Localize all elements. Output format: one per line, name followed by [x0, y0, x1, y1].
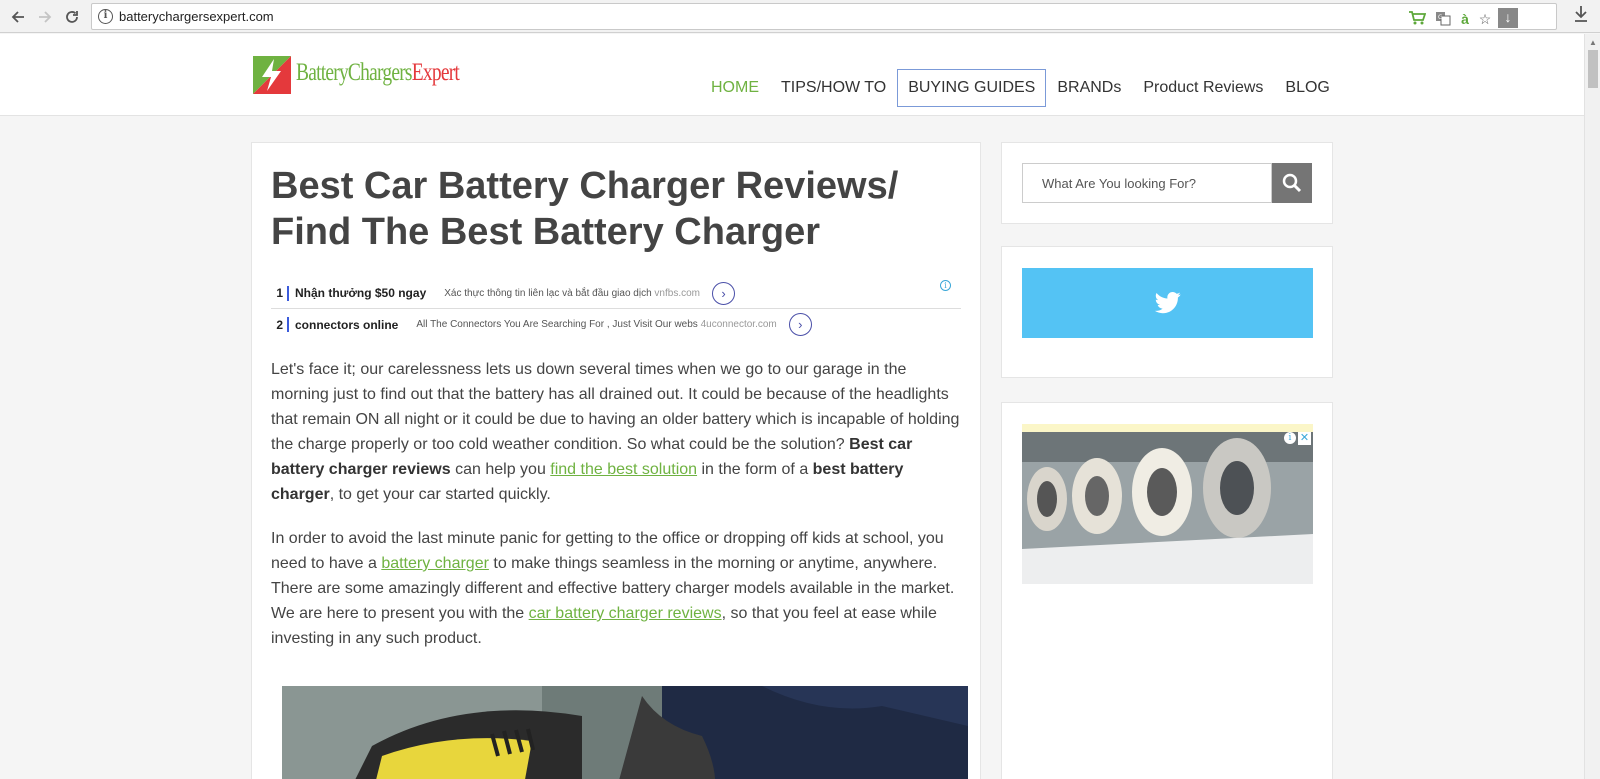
ad-link-marker [287, 285, 289, 301]
svg-text:G: G [1438, 14, 1443, 21]
nav-product-reviews[interactable]: Product Reviews [1132, 69, 1274, 107]
browser-toolbar: i batterychargersexpert.com G à ☆ ↓ [0, 0, 1600, 33]
download-extension-icon[interactable]: ↓ [1498, 8, 1518, 28]
search-widget [1001, 142, 1333, 224]
article-paragraph: In order to avoid the last minute panic … [271, 526, 961, 651]
ad-desc-text: All The Connectors You Are Searching For… [416, 319, 698, 330]
downloads-icon[interactable] [1572, 5, 1590, 25]
close-ad-icon[interactable]: ✕ [1298, 432, 1311, 445]
ad-host: vnfbs.com [654, 287, 700, 299]
article-card: Best Car Battery Charger Reviews/ Find T… [251, 142, 981, 779]
twitter-icon [1154, 292, 1181, 314]
nav-home[interactable]: HOME [700, 69, 770, 107]
ad-link-marker [287, 317, 289, 332]
arrow-left-icon [11, 11, 24, 23]
search-icon [1282, 173, 1302, 193]
link-find-best-solution[interactable]: find the best solution [550, 461, 697, 478]
nav-blog[interactable]: BLOG [1274, 69, 1340, 107]
adchoices-icon[interactable]: i [1284, 432, 1296, 444]
nav-brands[interactable]: BRANDs [1046, 69, 1132, 107]
logo-text-red: Expert [411, 59, 460, 86]
ad-link-row[interactable]: 1 Nhận thưởng $50 ngay Xác thực thông ti… [271, 278, 961, 309]
star-icon[interactable]: ☆ [1476, 10, 1494, 28]
ad-widget: i ✕ [1001, 402, 1333, 779]
ad-desc-text: Xác thực thông tin liên lạc và bắt đầu g… [444, 287, 652, 299]
chevron-right-icon[interactable]: › [712, 281, 735, 305]
ad-link-title[interactable]: connectors online [295, 318, 398, 332]
reload-button[interactable] [60, 5, 84, 29]
ad-banner-image[interactable]: i ✕ [1022, 424, 1313, 584]
main-nav: HOME TIPS/HOW TO BUYING GUIDES BRANDs Pr… [700, 69, 1341, 107]
link-battery-charger[interactable]: battery charger [381, 555, 489, 572]
reload-icon [66, 11, 78, 23]
article-paragraph: Let's face it; our carelessness lets us … [271, 357, 961, 507]
chevron-right-icon[interactable]: › [788, 313, 812, 336]
paragraph-text: can help you [450, 461, 551, 478]
link-car-battery-charger-reviews[interactable]: car battery charger reviews [529, 605, 722, 622]
search-button[interactable] [1272, 163, 1312, 203]
cart-icon[interactable] [1408, 10, 1427, 28]
battery-charger-photo [282, 686, 968, 779]
site-logo[interactable]: BatteryChargersExpert [253, 56, 460, 96]
logo-text-green: BatteryChargers [296, 59, 413, 86]
ad-link-number: 2 [276, 317, 283, 332]
social-widget [1001, 246, 1333, 378]
article-body: Let's face it; our carelessness lets us … [271, 357, 961, 670]
translate-icon[interactable]: G [1434, 10, 1452, 28]
extension-a-icon[interactable]: à [1456, 10, 1474, 28]
logo-wordmark: BatteryChargersExpert [296, 59, 460, 87]
scroll-thumb[interactable] [1588, 50, 1598, 88]
adchoices-icon[interactable]: i [940, 280, 951, 291]
paragraph-text: , to get your car started quickly. [329, 486, 551, 503]
nav-buying-guides[interactable]: BUYING GUIDES [897, 69, 1047, 107]
article-title: Best Car Battery Charger Reviews/ Find T… [271, 165, 899, 253]
lightning-logo-icon [253, 56, 291, 94]
forward-button[interactable] [33, 5, 57, 29]
twitter-button[interactable] [1022, 268, 1313, 338]
nav-tips-how-to[interactable]: TIPS/HOW TO [770, 69, 897, 107]
ad-link-description: Xác thực thông tin liên lạc và bắt đầu g… [444, 288, 700, 299]
site-header: BatteryChargersExpert HOME TIPS/HOW TO B… [0, 34, 1584, 116]
ad-link-row[interactable]: 2 connectors online All The Connectors Y… [271, 309, 961, 340]
info-icon[interactable]: i [98, 9, 113, 24]
back-button[interactable] [6, 5, 30, 29]
address-bar[interactable]: i batterychargersexpert.com G à ☆ ↓ [91, 3, 1557, 30]
ad-link-description: All The Connectors You Are Searching For… [416, 319, 776, 330]
page-scrollbar[interactable]: ▲ [1584, 34, 1600, 779]
paragraph-text: in the form of a [697, 461, 813, 478]
ad-link-title[interactable]: Nhận thưởng $50 ngay [295, 286, 426, 300]
ad-links-unit: 1 Nhận thưởng $50 ngay Xác thực thông ti… [271, 278, 961, 340]
url-text[interactable]: batterychargersexpert.com [119, 9, 274, 24]
arrow-right-icon [39, 11, 52, 23]
search-input[interactable] [1022, 163, 1272, 203]
ad-host: 4uconnector.com [700, 319, 777, 330]
scroll-up-icon[interactable]: ▲ [1589, 38, 1597, 47]
ad-link-number: 1 [276, 286, 283, 300]
